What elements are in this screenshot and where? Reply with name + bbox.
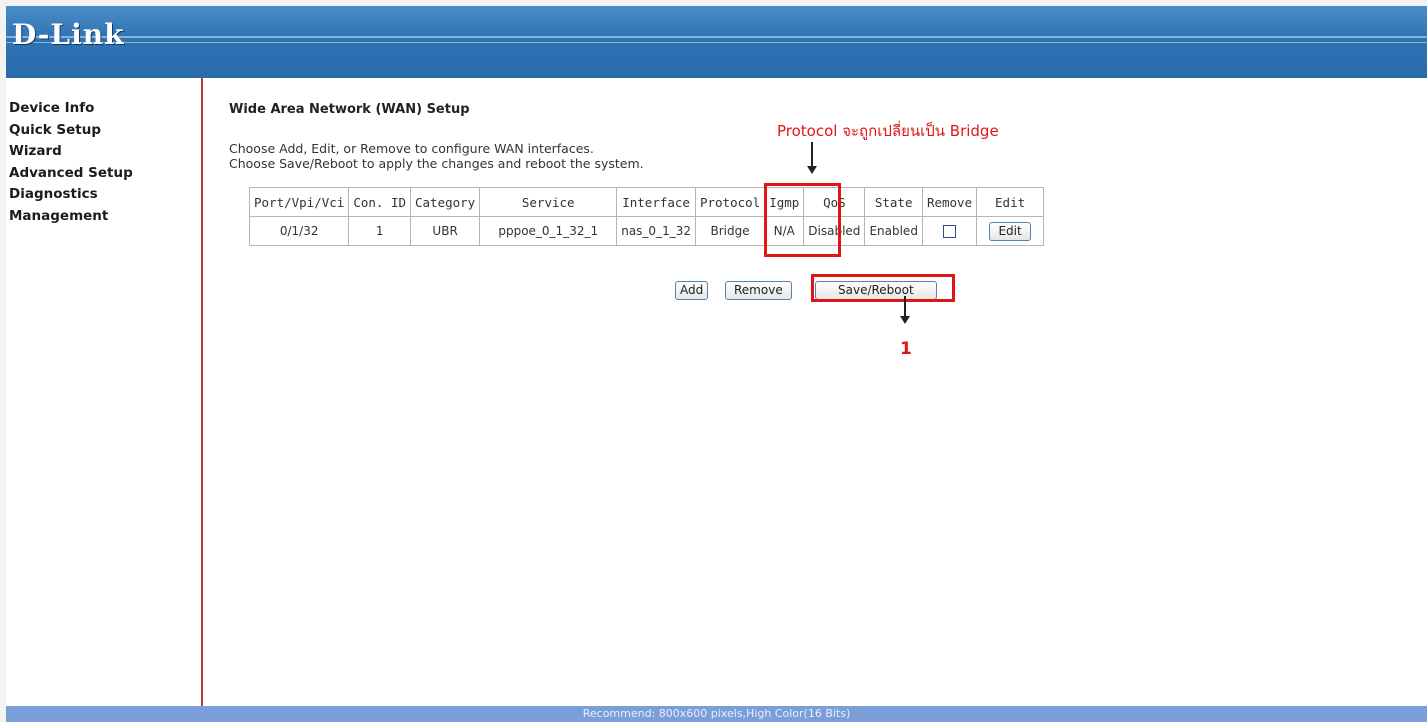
column-header-con-id: Con. ID [348,187,411,217]
sidebar: Device Info Quick Setup Wizard Advanced … [6,78,203,706]
down-arrow-icon [807,166,817,174]
column-header-port: Port/Vpi/Vci [248,187,350,217]
cell-remove [921,216,978,246]
remove-checkbox[interactable] [943,225,957,238]
cell-port: 0/1/32 [248,216,350,246]
description-line-2: Choose Save/Reboot to apply the changes … [229,156,644,171]
cell-state: Enabled [864,216,923,246]
add-button[interactable]: Add [675,281,709,300]
header-banner: D-Link [6,6,1427,78]
cell-con-id: 1 [348,216,411,246]
sidebar-nav: Device Info Quick Setup Wizard Advanced … [9,98,133,227]
edit-button[interactable]: Edit [989,221,1031,241]
protocol-annotation-text: Protocol จะถูกเปลี่ยนเป็น Bridge [777,122,999,140]
page-title: Wide Area Network (WAN) Setup [229,102,470,117]
protocol-arrow-line [811,142,813,168]
sidebar-item-wizard[interactable]: Wizard [9,141,133,163]
save-reboot-arrow-line [904,296,906,318]
column-header-service: Service [479,187,618,217]
remove-button[interactable]: Remove [725,281,792,300]
down-arrow-icon [900,316,910,324]
sidebar-item-management[interactable]: Management [9,206,133,228]
table-row: 0/1/32 1 UBR pppoe_0_1_32_1 nas_0_1_32 B… [248,216,1045,246]
column-header-protocol: Protocol [694,187,766,217]
page-description: Choose Add, Edit, or Remove to configure… [229,141,644,171]
protocol-highlight-box [764,183,841,257]
cell-interface: nas_0_1_32 [616,216,696,246]
action-buttons: Add [675,279,709,300]
column-header-interface: Interface [616,187,696,217]
column-header-edit: Edit [976,187,1045,217]
step-number-label: 1 [900,339,912,359]
save-reboot-highlight-box [811,274,955,302]
sidebar-item-device-info[interactable]: Device Info [9,98,133,120]
table-header-row: Port/Vpi/Vci Con. ID Category Service In… [248,187,1045,217]
page-frame: D-Link Device Info Quick Setup Wizard Ad… [6,6,1427,722]
footer-recommendation: Recommend: 800x600 pixels,High Color(16 … [6,706,1427,722]
cell-edit: Edit [976,216,1045,246]
sidebar-item-diagnostics[interactable]: Diagnostics [9,184,133,206]
wan-table: Port/Vpi/Vci Con. ID Category Service In… [248,187,1045,246]
cell-category: UBR [409,216,481,246]
column-header-category: Category [409,187,481,217]
dlink-logo: D-Link [12,18,125,51]
description-line-1: Choose Add, Edit, or Remove to configure… [229,141,594,156]
sidebar-item-quick-setup[interactable]: Quick Setup [9,120,133,142]
cell-protocol: Bridge [694,216,766,246]
cell-service: pppoe_0_1_32_1 [479,216,618,246]
sidebar-item-advanced-setup[interactable]: Advanced Setup [9,163,133,185]
column-header-remove: Remove [921,187,978,217]
column-header-state: State [864,187,923,217]
remove-button-wrap: Remove [725,279,792,300]
